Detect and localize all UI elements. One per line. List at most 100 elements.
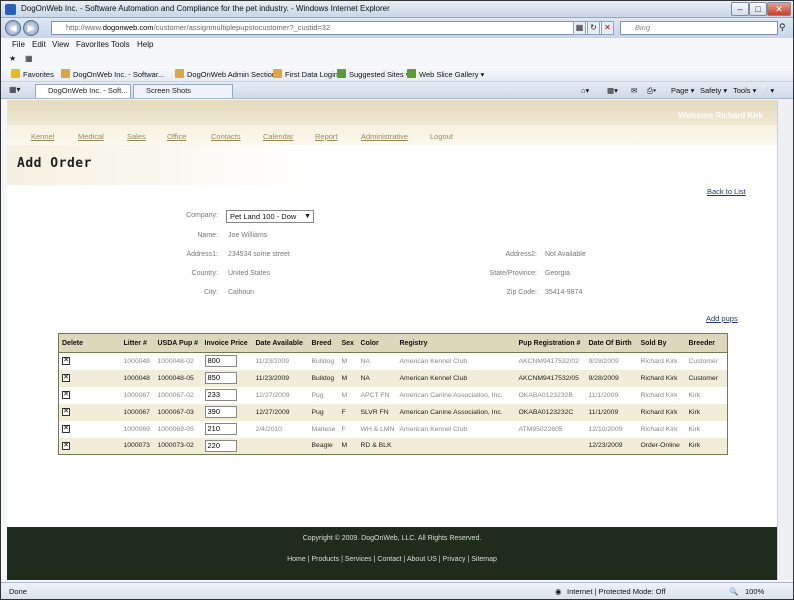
print-icon[interactable]: ⎙▾ [647, 86, 656, 96]
nav-office[interactable]: Office [167, 132, 186, 141]
nav-logout[interactable]: Logout [430, 132, 453, 141]
table-row: ✕ 1000048 1000048-05 850 11/23/2009 Bulldog M N… [58, 369, 728, 387]
delete-checkbox[interactable]: ✕ [62, 391, 70, 399]
nav-kennel[interactable]: Kennel [31, 132, 54, 141]
cell-sex: M [338, 369, 358, 387]
zoom-icon[interactable]: 🔍 [729, 587, 738, 596]
mail-icon[interactable]: ✉ [631, 86, 637, 95]
footer-link[interactable]: Privacy [443, 556, 466, 563]
invoice-price-input[interactable]: 233 [204, 389, 237, 401]
page-icon [273, 69, 282, 78]
favorites-item[interactable]: DogOnWeb Inc. - Softwar... [61, 69, 164, 79]
search-input[interactable]: Bing [620, 21, 778, 35]
add-favorites-icon[interactable]: ★ [9, 54, 16, 63]
menu-tools[interactable]: Tools [111, 40, 130, 49]
search-icon[interactable]: ⚲ [779, 22, 786, 33]
menu-file[interactable]: File [12, 40, 25, 49]
page-menu[interactable]: Page ▾ [671, 86, 694, 95]
delete-checkbox[interactable]: ✕ [62, 425, 70, 433]
favorites-item[interactable]: Suggested Sites ▾ [337, 69, 409, 79]
nav-report[interactable]: Report [315, 132, 338, 141]
cell-usda-pup: 1000073-02 [154, 437, 202, 455]
footer-link[interactable]: About US [407, 556, 437, 563]
footer-link[interactable]: Home [287, 556, 306, 563]
favorites-item[interactable]: Web Slice Gallery ▾ [407, 69, 484, 79]
address2-label: Address2: [505, 251, 537, 258]
close-button[interactable]: ✕ [767, 2, 791, 16]
favorites-button[interactable]: Favorites [11, 69, 54, 79]
company-select[interactable]: Pet Land 100 - Dow ▼ [226, 210, 314, 223]
col-invoice-price: Invoice Price [201, 333, 253, 353]
delete-checkbox[interactable]: ✕ [62, 408, 70, 416]
invoice-price-input[interactable]: 220 [204, 439, 237, 452]
menu-help[interactable]: Help [137, 40, 153, 49]
compat-view-icon[interactable]: ▦ [573, 21, 586, 35]
window-title: DogOnWeb Inc. - Software Automation and … [21, 4, 390, 13]
tools-menu[interactable]: Tools ▾ [733, 86, 756, 95]
footer-link[interactable]: Products [312, 556, 340, 563]
invoice-price-input[interactable]: 800 [204, 355, 237, 368]
web-slice-icon [407, 69, 416, 78]
menu-view[interactable]: View [52, 40, 69, 49]
nav-medical[interactable]: Medical [78, 132, 104, 141]
cell-pup-registration: AKCNM9417532/02 [518, 357, 579, 365]
back-button[interactable]: ◀ [5, 20, 21, 36]
add-pups-link[interactable]: Add pups [706, 314, 738, 323]
maximize-button[interactable]: □ [749, 2, 767, 16]
table-row: ✕ 1000067 1000067-03 390 12/27/2009 Pug F SLVR … [58, 403, 728, 421]
page-icon [61, 69, 70, 78]
zip-value: 35414-9874 [545, 289, 583, 296]
stop-icon[interactable]: ✕ [601, 21, 614, 35]
globe-icon: ◉ [555, 587, 562, 596]
favorites-item[interactable]: DogOnWeb Admin Section [175, 69, 276, 79]
favorites-item[interactable]: First Data Login [273, 69, 338, 79]
invoice-price-input[interactable]: 850 [204, 372, 237, 384]
feeds-icon[interactable]: ▦ [25, 54, 33, 63]
nav-sales[interactable]: Sales [127, 132, 146, 141]
secondary-toolbar: ★ ▦ [1, 52, 793, 66]
minimize-button[interactable]: – [731, 2, 749, 16]
delete-checkbox[interactable]: ✕ [62, 374, 70, 382]
name-value: Joe Williams [228, 232, 268, 239]
help-icon[interactable]: ❔▾ [761, 86, 774, 95]
home-icon[interactable]: ⌂▾ [581, 86, 589, 95]
page-title: Add Order [17, 156, 92, 171]
cell-date-available: 12/27/2009 [252, 403, 309, 421]
nav-administrative[interactable]: Administrative [361, 132, 408, 141]
url-field[interactable]: http://www.dogonweb.com/customer/assignm… [51, 21, 611, 35]
menu-edit[interactable]: Edit [32, 40, 46, 49]
star-icon [11, 69, 20, 78]
cell-pup-registration: OKABA0123232B [518, 391, 573, 399]
delete-checkbox[interactable]: ✕ [62, 441, 70, 450]
footer-link[interactable]: Services [345, 556, 372, 563]
footer-link[interactable]: Sitemap [471, 556, 497, 563]
delete-checkbox[interactable]: ✕ [62, 357, 70, 366]
cell-litter: 1000067 [123, 391, 150, 399]
zip-label: Zip Code: [506, 289, 537, 296]
invoice-price-input[interactable]: 210 [204, 423, 237, 435]
tab-dogonweb[interactable]: DogOnWeb Inc. - Soft... [35, 84, 131, 98]
cell-sex: M [341, 391, 348, 399]
nav-contacts[interactable]: Contacts [211, 132, 241, 141]
table-row: ✕ 1000073 1000073-02 220 Beagle M RD & BLK 12/2… [58, 437, 728, 455]
back-to-list-link[interactable]: Back to List [707, 187, 746, 196]
forward-button[interactable]: ▶ [23, 20, 39, 36]
cell-delete: ✕ [59, 387, 121, 404]
city-value: Calhoun [228, 289, 255, 296]
invoice-price-input[interactable]: 390 [204, 406, 237, 418]
safety-menu[interactable]: Safety ▾ [700, 86, 727, 95]
zoom-level[interactable]: 100% [745, 587, 764, 596]
feeds-icon[interactable]: ▦▾ [607, 86, 618, 95]
tab-screen-shots[interactable]: Screen Shots [133, 84, 233, 98]
quick-tabs-icon[interactable]: ▦▾ [9, 85, 21, 94]
footer-link[interactable]: Contact [377, 556, 401, 563]
vertical-scrollbar[interactable] [777, 100, 793, 580]
state-value: Georgia [545, 270, 570, 277]
cell-sex: M [338, 437, 358, 455]
nav-calendar[interactable]: Calendar [263, 132, 293, 141]
cell-delete: ✕ [58, 369, 121, 387]
cell-sex: M [341, 357, 348, 365]
menu-favorites[interactable]: Favorites [76, 40, 109, 49]
refresh-icon[interactable]: ↻ [587, 21, 600, 35]
cell-breed: Pug [308, 403, 339, 421]
